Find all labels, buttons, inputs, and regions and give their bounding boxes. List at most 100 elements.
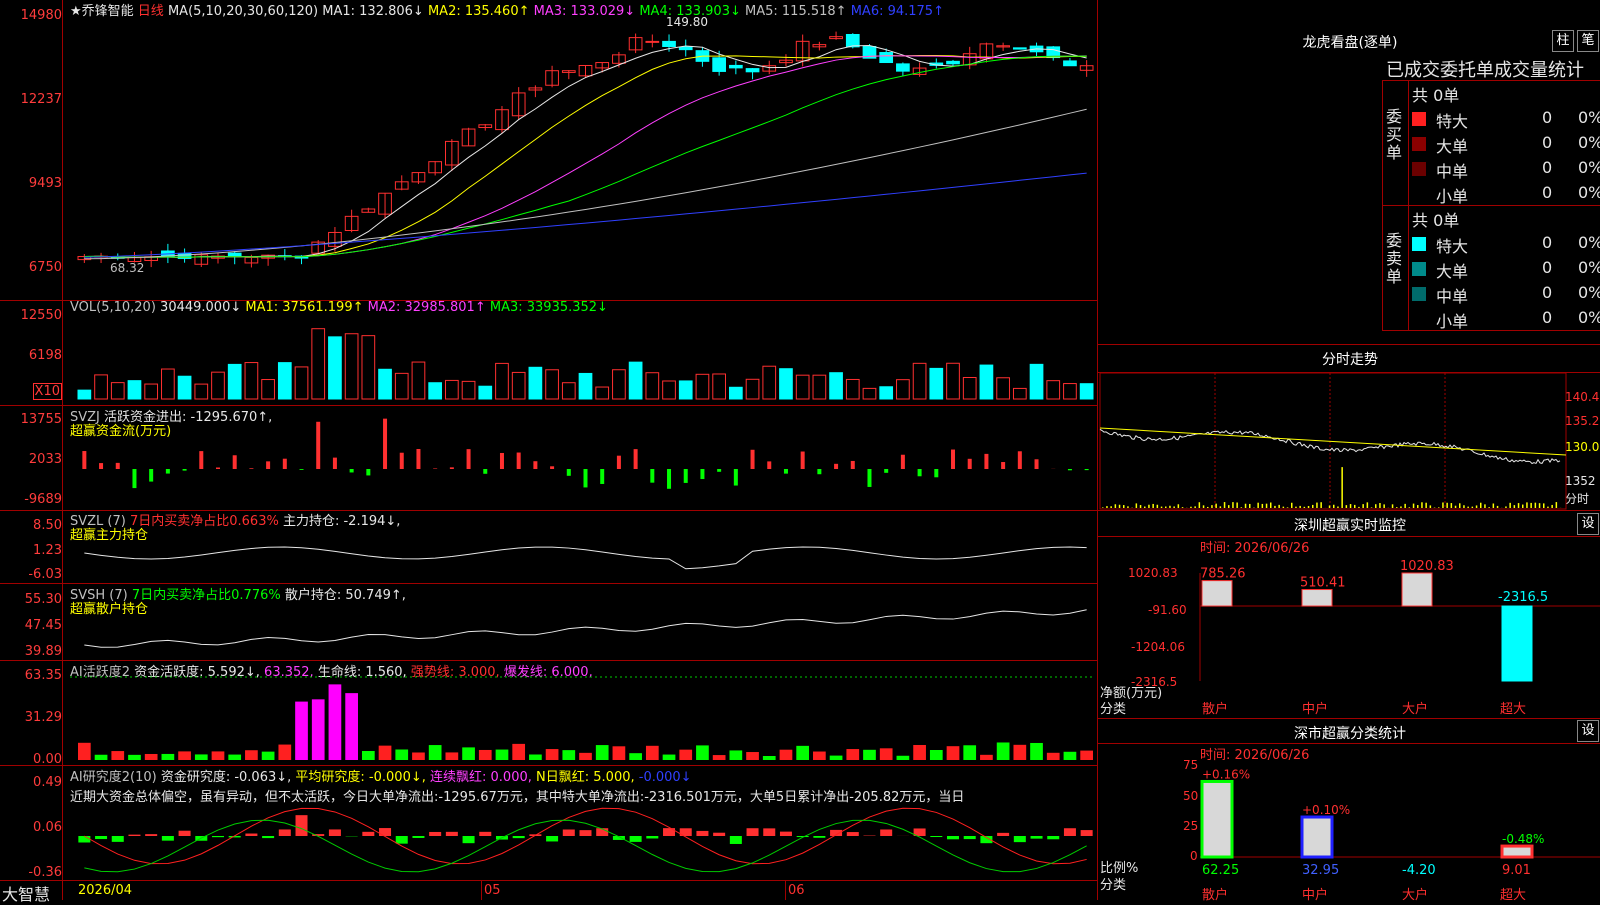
fs-volume-bar xyxy=(1178,504,1180,508)
flow-bar xyxy=(450,467,454,469)
class-value-label: 62.25 xyxy=(1202,863,1239,878)
fs-volume-bar xyxy=(1383,504,1385,508)
volume-bar xyxy=(278,363,291,399)
fs-title: 分时走势 xyxy=(1300,349,1400,369)
research-bar xyxy=(429,832,441,836)
research-bar xyxy=(580,830,592,836)
szmon-y-tick: -91.60 xyxy=(1148,603,1187,617)
flow-bar xyxy=(266,461,270,469)
activity-bar xyxy=(579,753,592,760)
candle xyxy=(729,65,742,67)
fs-volume-bar xyxy=(1102,507,1104,508)
fs-volume-bar xyxy=(1480,503,1482,508)
flow-bar xyxy=(951,450,955,469)
fs-volume-bar xyxy=(1354,505,1356,508)
fs-volume-bar xyxy=(1476,505,1478,508)
fs-volume-bar xyxy=(1278,505,1280,508)
tick-mode-button[interactable]: 笔 xyxy=(1577,30,1599,52)
candle xyxy=(1013,48,1026,49)
fs-volume-bar xyxy=(1312,505,1314,508)
flow-bar xyxy=(199,451,203,469)
fs-volume-bar xyxy=(1266,504,1268,508)
candle xyxy=(880,53,893,63)
fs-x-label: 分时 xyxy=(1565,490,1589,507)
flow-bar xyxy=(700,469,704,479)
class-change-label: -0.48% xyxy=(1502,832,1544,846)
szmon-y-tick: 1020.83 xyxy=(1128,566,1178,580)
fs-y-tick: 130.0 xyxy=(1565,440,1599,454)
flow-bar xyxy=(99,463,103,469)
research-bar xyxy=(1047,836,1059,839)
order-size-swatch xyxy=(1412,262,1426,276)
order-row-v: 0 xyxy=(1542,233,1552,252)
activity-bar xyxy=(947,746,960,760)
stock-chart-canvas[interactable] xyxy=(0,0,1097,900)
flow-bar xyxy=(166,469,170,474)
volume-bar xyxy=(479,386,492,399)
fs-volume-bar xyxy=(1337,507,1339,508)
class-bar xyxy=(1502,846,1532,857)
volume-bar xyxy=(880,387,893,399)
flow-bar xyxy=(500,453,504,469)
class-change-label: +0.16% xyxy=(1202,767,1250,781)
volume-bar xyxy=(1064,384,1077,399)
volume-bar xyxy=(1030,364,1043,399)
volume-bar xyxy=(596,387,609,399)
flow-bar xyxy=(183,469,187,471)
order-row-v: 0 xyxy=(1542,108,1552,127)
candle xyxy=(947,61,960,64)
volume-bar xyxy=(145,384,158,399)
fs-volume-bar xyxy=(1123,505,1125,508)
research-bar xyxy=(763,828,775,836)
monitor-value-label: -2316.5 xyxy=(1498,590,1548,605)
fs-volume-bar xyxy=(1358,507,1360,508)
fs-volume-bar xyxy=(1547,507,1549,508)
bar-mode-button[interactable]: 柱 xyxy=(1552,30,1574,52)
flow-bar xyxy=(834,464,838,469)
class-value-label: -4.20 xyxy=(1402,863,1436,878)
volume-bar xyxy=(1047,381,1060,399)
flow-bar xyxy=(600,469,604,484)
activity-bar xyxy=(479,750,492,760)
szmon-cat: 超大 xyxy=(1500,698,1526,717)
fs-volume-bar xyxy=(1371,507,1373,508)
volume-bar xyxy=(997,378,1010,399)
volume-bar xyxy=(228,364,241,399)
fs-volume-bar xyxy=(1320,502,1322,508)
monitor-bar xyxy=(1402,573,1432,606)
volume-bar xyxy=(111,383,124,399)
fs-volume-bar xyxy=(1224,502,1226,508)
fs-volume-bar xyxy=(1455,506,1457,508)
research-bar xyxy=(296,815,308,836)
flow-bar xyxy=(751,450,755,469)
activity-bar xyxy=(162,754,175,760)
lhb-title: 龙虎看盘(逐单) xyxy=(1270,32,1430,52)
fs-volume-bar xyxy=(1270,503,1272,508)
activity-bar xyxy=(913,745,926,760)
szmon-settings-button[interactable]: 设 xyxy=(1577,513,1599,535)
szcls-cat-label: 分类 xyxy=(1100,874,1126,893)
volume-bar xyxy=(162,369,175,399)
fs-volume-bar xyxy=(1459,503,1461,508)
divider xyxy=(1097,372,1600,373)
ma-line xyxy=(84,46,1086,258)
activity-bar xyxy=(696,745,709,760)
research-bar xyxy=(479,832,491,836)
fs-volume-bar xyxy=(1304,507,1306,508)
volume-bar xyxy=(729,387,742,399)
flow-bar xyxy=(717,469,721,472)
fs-volume-bar xyxy=(1119,505,1121,508)
fs-volume-bar xyxy=(1169,506,1171,508)
activity-bar xyxy=(345,693,358,760)
holding-line xyxy=(84,547,1086,569)
activity-bar xyxy=(897,756,910,760)
activity-bar xyxy=(145,754,158,760)
activity-bar xyxy=(713,755,726,760)
szcls-settings-button[interactable]: 设 xyxy=(1577,720,1599,742)
szmon-cat: 散户 xyxy=(1202,698,1228,717)
volume-bar xyxy=(679,381,692,399)
fs-volume-bar xyxy=(1467,507,1469,508)
volume-bar xyxy=(1013,388,1026,399)
lhb-tab[interactable]: 已成交委托单成交量统计 xyxy=(1386,56,1584,82)
flow-bar xyxy=(233,455,237,469)
